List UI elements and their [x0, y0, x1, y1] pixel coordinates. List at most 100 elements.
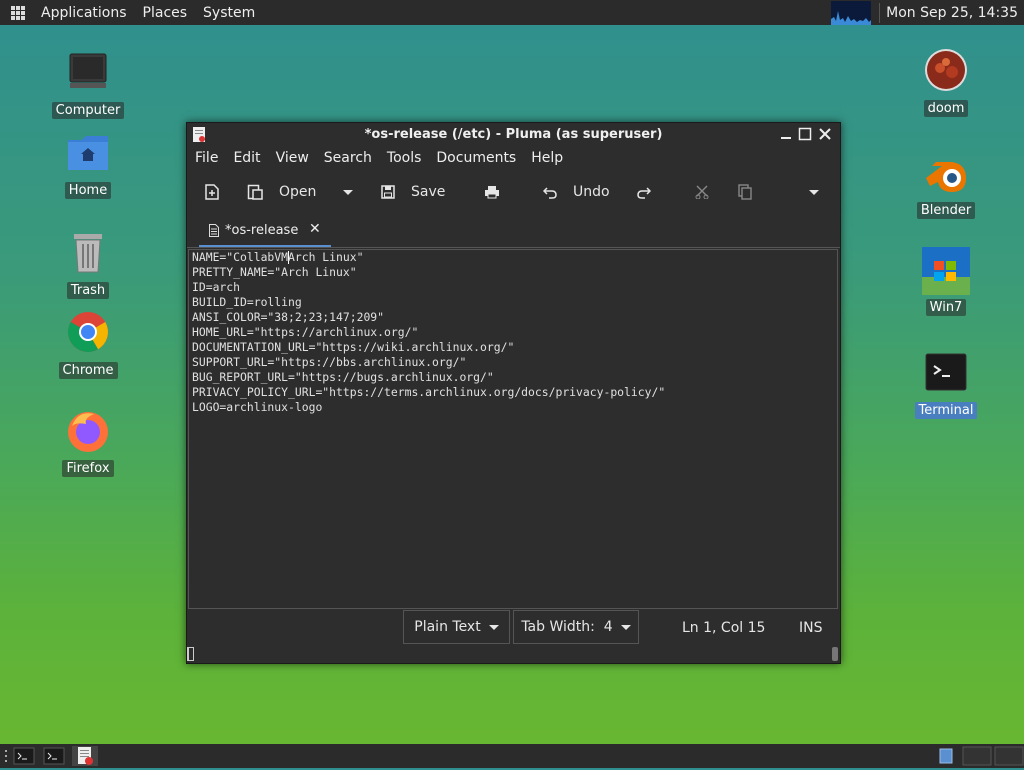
- desktop-icon-label: Computer: [51, 102, 125, 119]
- desktop-icon-label: Trash: [66, 282, 110, 299]
- taskbar-pluma[interactable]: [72, 746, 98, 766]
- desktop-icon-terminal[interactable]: Terminal: [906, 350, 986, 419]
- open-label: Open: [279, 184, 317, 200]
- syntax-mode-label: Plain Text: [414, 619, 481, 635]
- print-button[interactable]: [484, 169, 500, 215]
- save-icon: [381, 185, 395, 199]
- editor-line-0-after-cursor: Arch Linux": [288, 250, 364, 264]
- editor-line-0-before-cursor: NAME="CollabVM: [192, 250, 289, 264]
- undo-icon: [543, 187, 557, 199]
- firefox-icon: [64, 408, 112, 456]
- desktop-icon-chrome[interactable]: Chrome: [48, 310, 128, 379]
- window-bottom-strip: [187, 645, 838, 663]
- system-monitor-graph[interactable]: [831, 0, 872, 25]
- editor-line: SUPPORT_URL="https://bbs.archlinux.org/": [192, 355, 467, 369]
- insert-mode[interactable]: INS: [799, 610, 823, 646]
- chevron-down-icon: [809, 189, 819, 195]
- editor-line: BUG_REPORT_URL="https://bugs.archlinux.o…: [192, 370, 494, 384]
- editor-line: HOME_URL="https://archlinux.org/": [192, 325, 419, 339]
- workspace-switcher[interactable]: [938, 746, 954, 766]
- statusbar: Plain Text Tab Width: 4 Ln 1, Col 15 INS: [187, 610, 838, 646]
- menu-documents[interactable]: Documents: [436, 150, 516, 166]
- apps-grid-icon[interactable]: [11, 5, 25, 20]
- new-document-button[interactable]: [205, 169, 219, 215]
- desktop-icon-firefox[interactable]: Firefox: [48, 408, 128, 477]
- redo-button[interactable]: [637, 169, 651, 215]
- workspace-icon: [939, 748, 953, 764]
- undo-button[interactable]: Undo: [543, 169, 610, 215]
- pluma-window[interactable]: *os-release (/etc) - Pluma (as superuser…: [186, 122, 841, 664]
- desktop-icon-label: Win7: [925, 299, 967, 316]
- chevron-down-icon: [488, 624, 499, 630]
- minimize-icon[interactable]: [778, 126, 794, 142]
- close-icon[interactable]: [817, 126, 833, 142]
- doom-icon: [922, 48, 970, 96]
- menu-view[interactable]: View: [276, 150, 309, 166]
- desktop-icon-label: Firefox: [62, 460, 114, 477]
- window-titlebar[interactable]: *os-release (/etc) - Pluma (as superuser…: [187, 123, 840, 147]
- editor-line: ANSI_COLOR="38;2;23;147;209": [192, 310, 385, 324]
- panel-handle-icon: [3, 746, 9, 766]
- tab-os-release[interactable]: *os-release ✕: [199, 215, 331, 247]
- taskbar-terminal-1[interactable]: [12, 746, 36, 766]
- cut-icon: [695, 185, 709, 199]
- scrollbar-handle[interactable]: [832, 647, 838, 661]
- desktop-icon-trash[interactable]: Trash: [48, 230, 128, 299]
- open-button[interactable]: Open: [247, 169, 316, 215]
- menu-applications[interactable]: Applications: [33, 5, 135, 21]
- save-label: Save: [411, 184, 446, 200]
- clock[interactable]: Mon Sep 25, 14:35: [886, 5, 1024, 21]
- editor-line: NAME="CollabVMArch Linux": [192, 250, 837, 265]
- tab-width-label: Tab Width: 4: [521, 619, 613, 635]
- menu-places[interactable]: Places: [135, 5, 196, 21]
- taskbar-terminal-2[interactable]: [42, 746, 66, 766]
- open-document-icon: [247, 184, 263, 200]
- tab-width-dropdown[interactable]: Tab Width: 4: [513, 610, 639, 644]
- cut-button[interactable]: [695, 169, 709, 215]
- menu-edit[interactable]: Edit: [233, 150, 260, 166]
- desktop-icon-computer[interactable]: Computer: [48, 50, 128, 119]
- top-panel: Applications Places System Mon Sep 25, 1…: [0, 0, 1024, 25]
- syntax-mode-dropdown[interactable]: Plain Text: [403, 610, 510, 644]
- workspace-2[interactable]: [962, 746, 992, 766]
- window-title: *os-release (/etc) - Pluma (as superuser…: [364, 127, 663, 142]
- open-recent-dropdown[interactable]: [341, 169, 353, 215]
- tab-label: *os-release: [225, 222, 299, 238]
- document-icon: [209, 223, 219, 237]
- editor-line: BUILD_ID=rolling: [192, 295, 302, 309]
- panel-separator: [879, 2, 881, 23]
- desktop-icon-label: Terminal: [914, 402, 978, 419]
- desktop-icon-label: doom: [923, 100, 969, 117]
- desktop-icon-blender[interactable]: Blender: [906, 150, 986, 219]
- desktop-icon-doom[interactable]: doom: [906, 48, 986, 117]
- editor-line: DOCUMENTATION_URL="https://wiki.archlinu…: [192, 340, 515, 354]
- desktop-icon-home[interactable]: Home: [48, 130, 128, 199]
- tab-close-icon[interactable]: ✕: [309, 221, 321, 237]
- win7-icon: [922, 247, 970, 295]
- menu-system[interactable]: System: [195, 5, 263, 21]
- menu-help[interactable]: Help: [531, 150, 563, 166]
- new-document-icon: [205, 184, 219, 200]
- editor-line: PRETTY_NAME="Arch Linux": [192, 265, 357, 279]
- desktop-icon-win7[interactable]: Win7: [906, 247, 986, 316]
- toolbar-overflow-dropdown[interactable]: [809, 169, 819, 215]
- bottom-panel: [0, 744, 1024, 768]
- menu-search[interactable]: Search: [324, 150, 372, 166]
- terminal-icon: [43, 747, 65, 765]
- workspace-3[interactable]: [994, 746, 1024, 766]
- copy-icon: [738, 184, 752, 200]
- copy-button[interactable]: [738, 169, 752, 215]
- maximize-icon[interactable]: [797, 126, 813, 142]
- input-cursor-icon: [187, 647, 194, 661]
- text-editor-icon: [78, 747, 93, 765]
- top-panel-right: Mon Sep 25, 14:35: [831, 0, 1024, 25]
- redo-icon: [637, 187, 651, 199]
- save-button[interactable]: Save: [381, 169, 445, 215]
- menu-tools[interactable]: Tools: [387, 150, 422, 166]
- toolbar: Open Save Undo: [187, 169, 840, 215]
- trash-icon: [64, 230, 112, 278]
- desktop-icon-label: Chrome: [58, 362, 118, 379]
- menubar: File Edit View Search Tools Documents He…: [187, 147, 840, 169]
- menu-file[interactable]: File: [195, 150, 218, 166]
- text-editor-area[interactable]: NAME="CollabVMArch Linux" PRETTY_NAME="A…: [188, 249, 838, 609]
